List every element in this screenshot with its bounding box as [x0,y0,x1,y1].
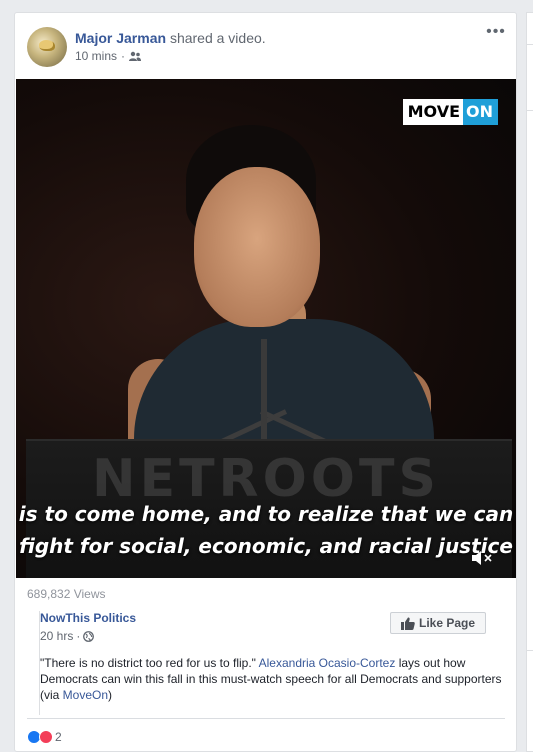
meta-separator: · [76,629,81,643]
description-text: ) [108,688,113,702]
description-text: "There is no district too red for us to … [40,656,259,670]
reactions-divider [27,718,505,719]
right-column-card [526,12,533,752]
post-meta: 10 mins · [75,48,142,64]
more-options-icon[interactable]: ••• [486,24,506,40]
right-divider [526,110,533,111]
post-timestamp[interactable]: 10 mins [75,48,117,64]
thumbs-up-icon [400,617,415,630]
post-header-line: Major Jarman shared a video. [75,29,266,47]
shared-post-block: NowThis Politics 20 hrs · Like Page "The… [39,611,510,715]
globe-public-icon[interactable] [83,630,95,642]
moveon-logo-on: ON [463,99,498,125]
shared-post-meta: 20 hrs · [40,629,95,643]
shared-post-description: "There is no district too red for us to … [40,655,506,703]
microphone [261,339,267,439]
moveon-logo-move: MOVE [402,99,463,125]
meta-separator: · [121,49,126,63]
muted-volume-icon[interactable] [470,548,494,568]
video-caption-line: is to come home, and to realize that we … [18,502,514,526]
right-divider [526,650,533,651]
reaction-count[interactable]: 2 [55,730,62,744]
like-page-button[interactable]: Like Page [390,612,486,634]
shared-post-timestamp[interactable]: 20 hrs [40,629,73,643]
mention-link-moveon[interactable]: MoveOn [63,688,108,702]
video-caption-line: fight for social, economic, and racial j… [19,534,513,558]
like-page-label: Like Page [418,616,476,630]
love-reaction-icon [39,730,53,744]
video-figure-face [194,167,320,327]
friends-audience-icon[interactable] [129,51,142,61]
mention-link-aoc[interactable]: Alexandria Ocasio-Cortez [259,656,396,670]
moveon-logo: MOVE ON [402,99,498,125]
avatar-image [39,40,55,51]
author-avatar[interactable] [27,27,67,67]
video-view-count: 689,832 Views [27,587,106,601]
video-player[interactable]: NETROOTS MOVE ON is to come home, and to… [16,79,516,578]
shared-page-name-link[interactable]: NowThis Politics [40,611,136,625]
reactions-summary[interactable]: 2 [27,730,62,744]
author-name-link[interactable]: Major Jarman [75,30,166,46]
post-action-text: shared a video. [169,30,266,46]
right-divider [526,44,533,45]
feed-post-card: Major Jarman shared a video. 10 mins · •… [14,12,517,752]
